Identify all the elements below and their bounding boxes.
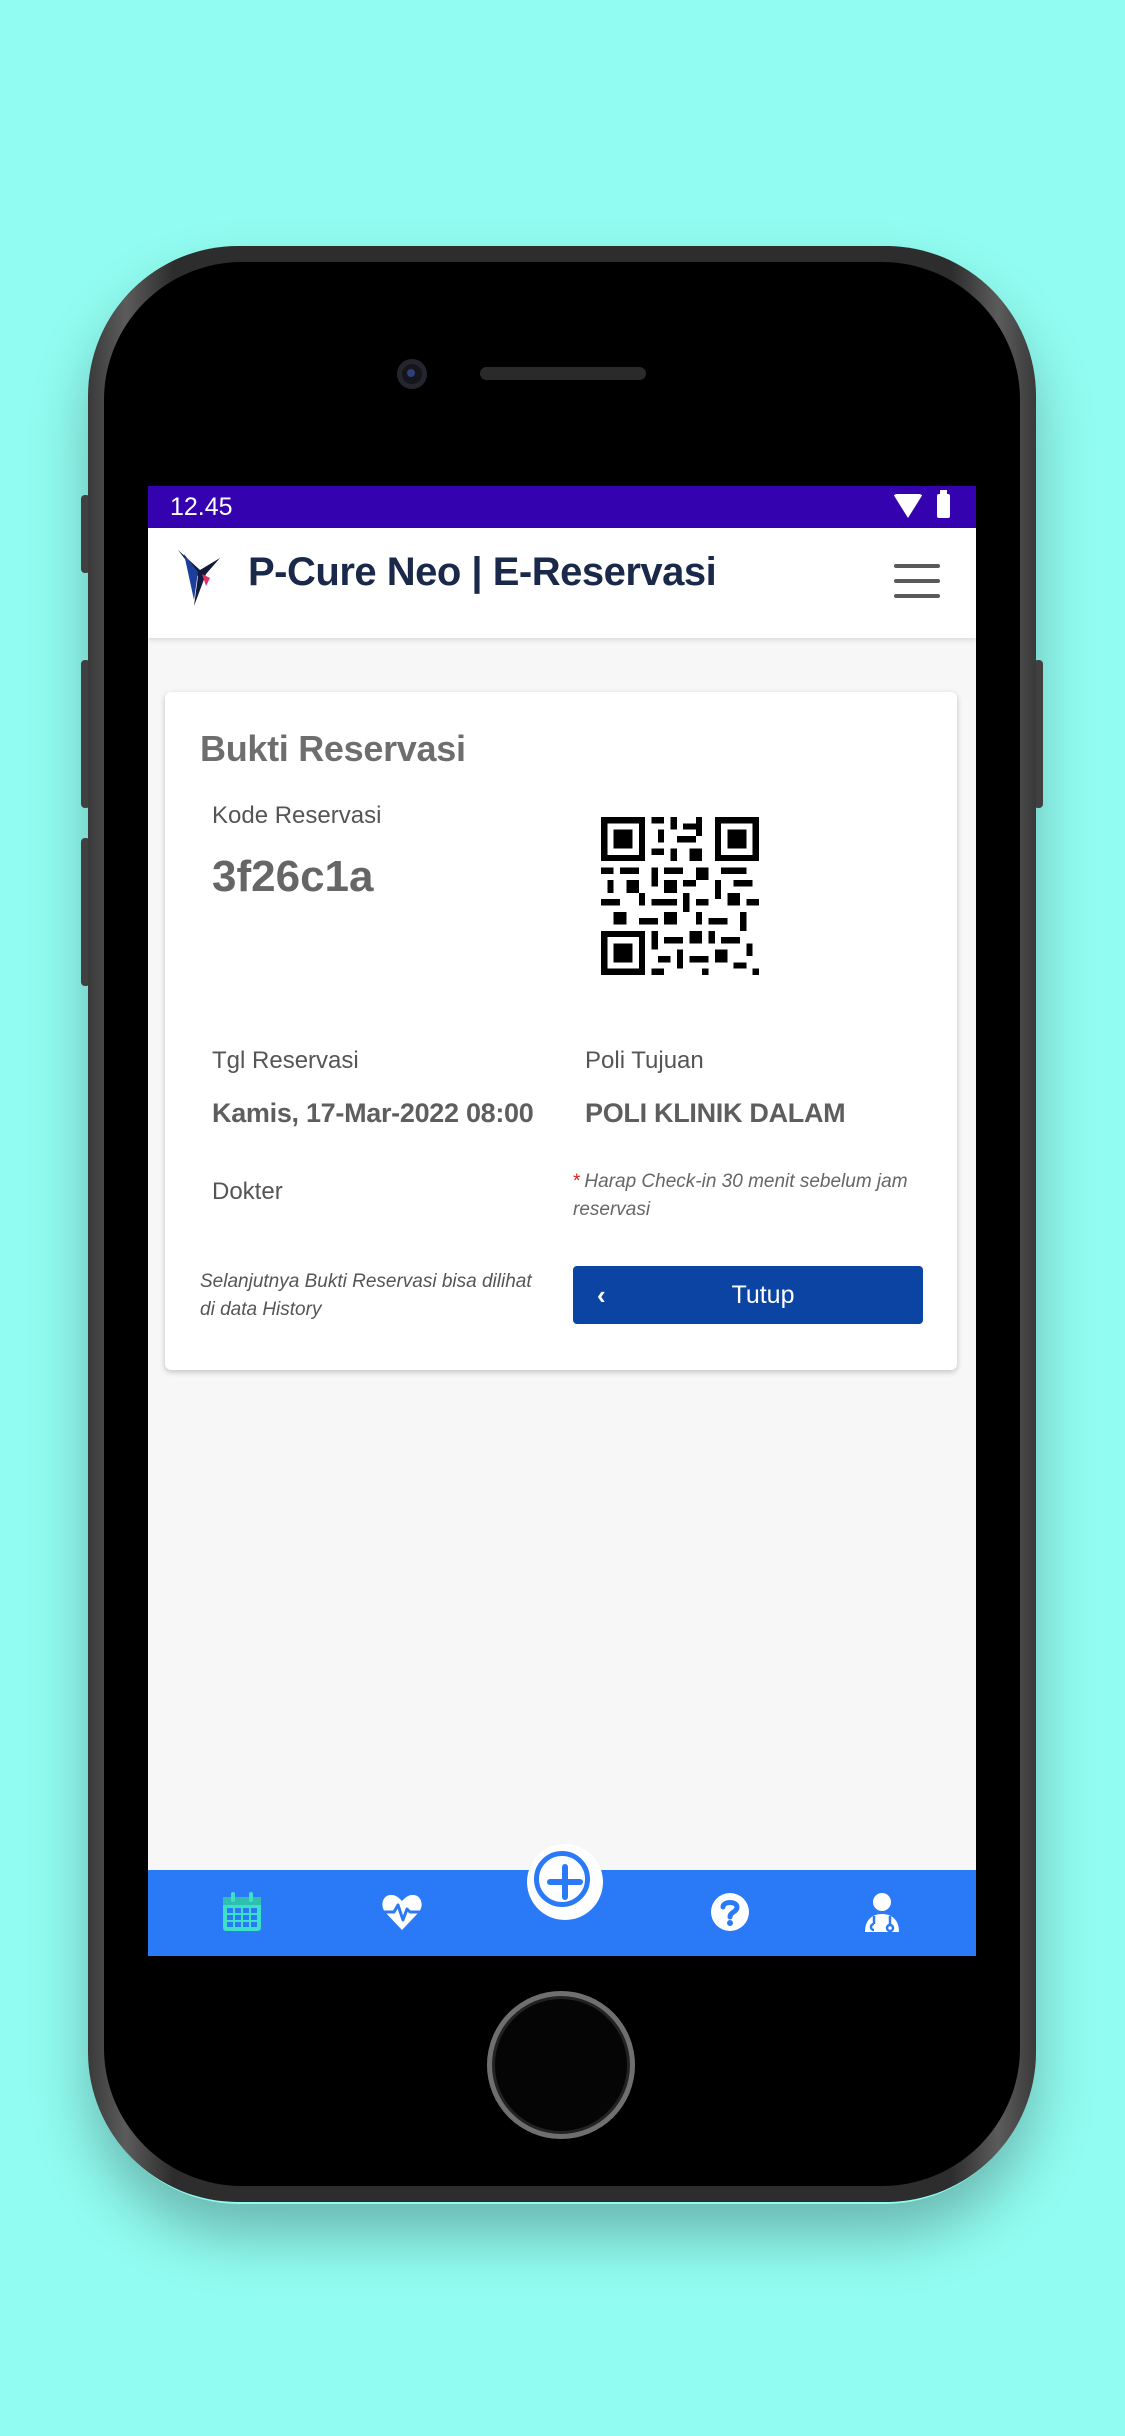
logo-icon [178, 550, 220, 606]
close-button[interactable]: ‹ Tutup [573, 1266, 923, 1324]
poli-value: POLI KLINIK DALAM [585, 1098, 846, 1128]
doctor-icon[interactable] [860, 1890, 904, 1934]
menu-icon[interactable] [894, 564, 940, 600]
dokter-label: Dokter [212, 1178, 283, 1205]
status-icons [893, 490, 950, 518]
kode-label: Kode Reservasi [212, 802, 382, 829]
status-bar: 12.45 [148, 486, 976, 528]
checkin-note-text: Harap Check-in 30 menit sebelum jam rese… [573, 1171, 908, 1220]
close-button-label: Tutup [731, 1281, 795, 1309]
help-icon[interactable] [708, 1890, 752, 1934]
app-bar: P-Cure Neo | E-Reservasi [148, 528, 976, 638]
tgl-value: Kamis, 17-Mar-2022 08:00 [212, 1098, 534, 1128]
add-icon-bar-v [562, 1864, 568, 1900]
required-marker: * [573, 1171, 581, 1192]
status-time: 12.45 [170, 493, 233, 521]
add-reservation-button[interactable] [527, 1844, 603, 1920]
app-screen: 12.45 P-Cure Neo | E-Reservasi Bukti Res… [148, 486, 976, 1956]
app-title: P-Cure Neo | E-Reservasi [248, 550, 717, 594]
tgl-label: Tgl Reservasi [212, 1047, 359, 1074]
poli-label: Poli Tujuan [585, 1047, 704, 1074]
earpiece-speaker [480, 367, 646, 380]
card-title: Bukti Reservasi [200, 728, 466, 769]
heart-pulse-icon[interactable] [380, 1890, 424, 1934]
kode-value: 3f26c1a [212, 852, 374, 901]
front-camera [397, 359, 427, 389]
qr-code [601, 817, 759, 975]
home-button[interactable] [487, 1991, 635, 2139]
calendar-icon[interactable] [220, 1890, 264, 1934]
checkin-note: * Harap Check-in 30 menit sebelum jam res… [573, 1168, 933, 1224]
wifi-icon [893, 494, 923, 518]
reservation-card: Bukti Reservasi Kode Reservasi 3f26c1a T… [165, 692, 957, 1370]
history-note: Selanjutnya Bukti Reservasi bisa dilihat… [200, 1271, 532, 1320]
battery-icon [937, 490, 950, 518]
